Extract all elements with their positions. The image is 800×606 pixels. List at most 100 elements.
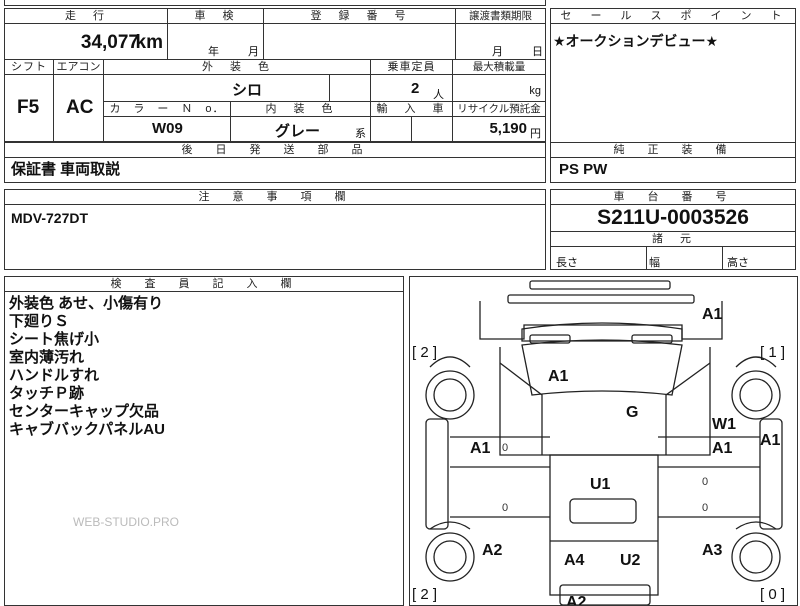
interior-value: グレー [275, 123, 321, 140]
zero-marker: 0 [502, 442, 508, 454]
load-header: 最大積載量 [453, 60, 545, 75]
width-cell: 幅 [647, 247, 723, 269]
inspection-month: 月 [248, 46, 259, 58]
equipment-box: 純 正 装 備 PS PW [550, 142, 796, 183]
wheel-rear-right [739, 540, 773, 574]
ac-cell: AC [54, 75, 104, 141]
damage-mark: A3 [702, 542, 723, 559]
mileage-cell: 34,077 km [5, 24, 168, 60]
capacity-unit: 人 [433, 89, 444, 101]
inspector-note: タッチＰ跡 [9, 385, 85, 402]
length-cell: 長さ [551, 247, 647, 269]
registration-header: 登 録 番 号 [264, 9, 456, 24]
height-label: 高さ [727, 257, 749, 269]
ac-value: AC [66, 97, 94, 118]
sales-point-box: セ ー ル ス ポ イ ン ト ★オークションデビュー★ [550, 8, 796, 144]
inspector-note: センターキャップ欠品 [9, 403, 160, 420]
inspector-notes: 外装色 あせ、小傷有り 下廻りＳ シート焦げ小 室内薄汚れ ハンドルすれ タッチ… [9, 295, 165, 439]
vehicle-info-table: 走 行 車 検 登 録 番 号 譲渡書類期限 34,077 km 年 月 月 日… [4, 8, 546, 142]
tire-top-right: [ 1 ] [760, 344, 785, 361]
import-cell-2 [412, 117, 453, 141]
load-unit: kg [529, 85, 541, 97]
cab-back-panel [479, 301, 723, 340]
inspector-note: 下廻りＳ [9, 313, 70, 330]
inspector-note: 室内薄汚れ [9, 349, 85, 366]
mileage-unit: km [135, 32, 163, 53]
car-diagram-box: A1 A1 G W1 A1 A1 A1 U1 A2 A4 U2 A3 A2 [ … [409, 276, 798, 606]
inspector-header: 検 査 員 記 入 欄 [5, 277, 403, 292]
interior-suffix: 系 [355, 128, 366, 140]
top-clipped-row [4, 0, 546, 6]
sales-point-value: ★オークションデビュー★ [553, 33, 719, 49]
sales-point-header: セ ー ル ス ポ イ ン ト [551, 9, 795, 24]
inspector-note: シート焦げ小 [9, 331, 100, 348]
inspector-note: ハンドルすれ [9, 367, 100, 384]
later-parts-header: 後 日 発 送 部 品 [5, 143, 545, 158]
watermark: WEB-STUDIO.PRO [73, 515, 180, 529]
damage-mark: A4 [564, 552, 585, 569]
tire-bottom-left: [ 2 ] [412, 586, 437, 603]
interior-header: 内 装 色 [231, 102, 371, 117]
inspector-box: 検 査 員 記 入 欄 外装色 あせ、小傷有り 下廻りＳ シート焦げ小 室内薄汚… [4, 276, 404, 606]
damage-mark: A1 [470, 440, 491, 457]
capacity-value: 2 [411, 80, 420, 97]
damage-mark: W1 [712, 416, 736, 433]
transfer-day: 日 [532, 46, 543, 58]
shift-value: F5 [17, 97, 40, 118]
cab-roof [521, 322, 683, 342]
chassis-value: S211U-0003526 [551, 206, 795, 232]
transfer-month: 月 [492, 46, 503, 58]
equipment-value: PS PW [559, 161, 608, 178]
windshield [521, 339, 683, 396]
top-bar [529, 280, 671, 290]
inspection-header: 車 検 [168, 9, 264, 24]
damage-mark: A2 [566, 594, 587, 606]
later-parts-box: 後 日 発 送 部 品 保証書 車両取説 [4, 142, 546, 183]
recycle-unit: 円 [530, 128, 541, 140]
wheel-rear-left [425, 532, 475, 582]
transfer-cell: 月 日 [456, 24, 545, 60]
color-no-value: W09 [152, 120, 183, 137]
color-no-cell: W09 [104, 117, 231, 141]
car-diagram: A1 A1 G W1 A1 A1 A1 U1 A2 A4 U2 A3 A2 [ … [412, 280, 785, 606]
caution-value: MDV-727DT [11, 210, 89, 226]
import-header: 輸 入 車 [371, 102, 453, 117]
damage-mark: A1 [760, 432, 781, 449]
side-panel-left [425, 418, 449, 530]
caution-header: 注 意 事 項 欄 [5, 190, 545, 205]
tire-top-left: [ 2 ] [412, 344, 437, 361]
damage-mark: G [626, 404, 638, 421]
zero-marker: 0 [702, 476, 708, 488]
capacity-header: 乗車定員 [371, 60, 453, 75]
chassis-box: 車 台 番 号 S211U-0003526 諸 元 長さ 幅 高さ [550, 189, 796, 270]
height-cell: 高さ [723, 247, 795, 269]
damage-mark: A1 [712, 440, 733, 457]
recycle-cell: 5,190 円 [453, 117, 545, 141]
fender-rear-left [429, 521, 471, 530]
inspection-year: 年 [208, 46, 219, 58]
wheel-front-left [433, 378, 467, 412]
interior-cell: グレー 系 [231, 117, 371, 141]
width-label: 幅 [649, 257, 660, 269]
recycle-header: リサイクル預託金 [453, 102, 545, 117]
import-cell-1 [371, 117, 412, 141]
cab-door-right [665, 362, 711, 455]
bed-inner [569, 498, 637, 524]
equipment-header: 純 正 装 備 [551, 143, 795, 158]
shift-header: シフト [5, 60, 54, 75]
zero-marker: 0 [502, 502, 508, 514]
damage-mark: U1 [590, 476, 611, 493]
caution-box: 注 意 事 項 欄 MDV-727DT [4, 189, 546, 270]
exterior-value: シロ [232, 82, 263, 99]
dims-header: 諸 元 [551, 232, 795, 247]
damage-mark: U2 [620, 552, 641, 569]
inspector-note: キャブバックパネルAU [9, 421, 165, 438]
color-no-header: カ ラ ー Ｎ o． [104, 102, 231, 117]
exterior-extra-cell [330, 75, 371, 102]
load-cell: kg [453, 75, 545, 102]
transfer-header: 譲渡書類期限 [456, 9, 545, 24]
mileage-header: 走 行 [5, 9, 168, 24]
ac-header: エアコン [54, 60, 104, 75]
wheel-rear-left [433, 540, 467, 574]
registration-cell [264, 24, 456, 60]
